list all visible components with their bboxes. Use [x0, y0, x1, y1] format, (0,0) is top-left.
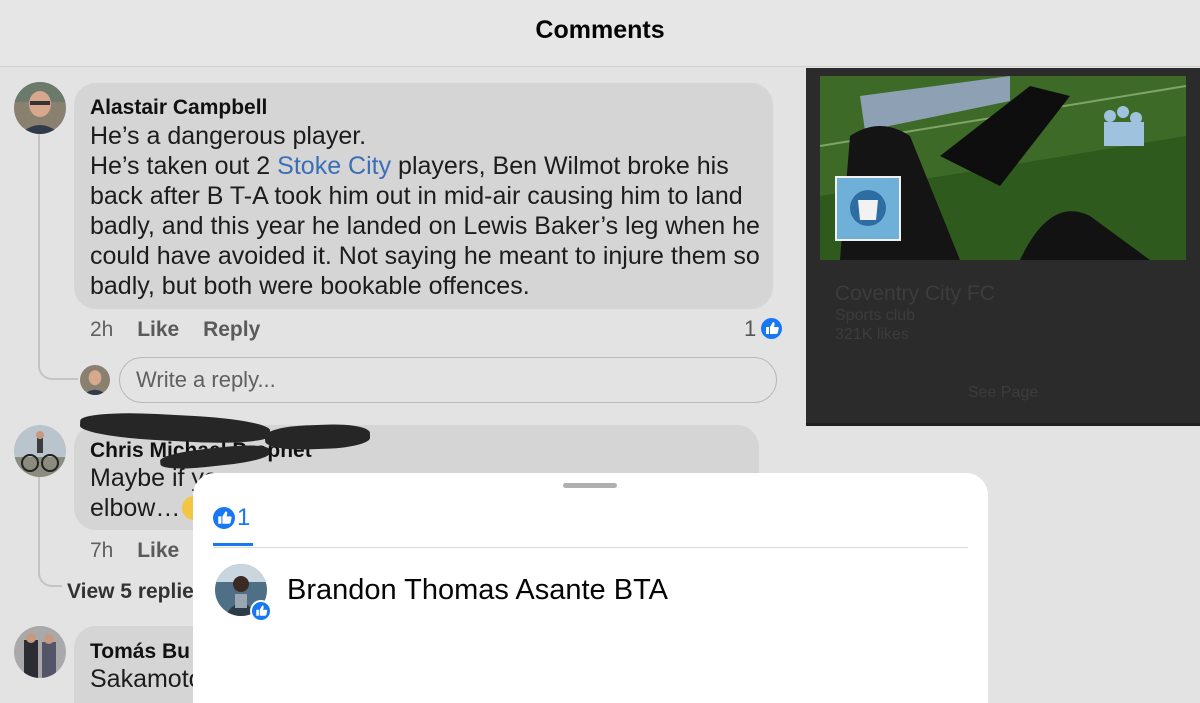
thread-connector-curve — [38, 348, 78, 380]
comment-text: Sakamoto — [90, 665, 203, 693]
thread-connector — [38, 120, 40, 360]
avatar[interactable] — [14, 626, 66, 678]
like-button[interactable]: Like — [137, 318, 179, 341]
comment-timestamp: 2h — [90, 318, 114, 341]
comment-meta: 2h Like Reply — [90, 318, 260, 342]
comment-bubble: Alastair Campbell He’s a dangerous playe… — [74, 83, 773, 309]
tab-all-reactions[interactable]: 1 — [213, 503, 253, 547]
reply-button[interactable]: Reply — [203, 318, 260, 341]
reactions-sheet[interactable]: 1 Brandon Thomas Asante BTA — [193, 473, 988, 703]
comment-text: back after B T-A took him out in mid-air… — [90, 182, 743, 210]
thumbs-up-icon[interactable] — [761, 318, 782, 339]
header-bar: Comments — [0, 0, 1200, 67]
comment-text: badly, and this year he landed on Lewis … — [90, 212, 760, 240]
page-title: Comments — [535, 16, 665, 44]
comment-text: badly, but both were bookable offences. — [90, 272, 530, 300]
comment-text: elbow… — [90, 493, 207, 523]
comment-text-segment: He’s taken out 2 — [90, 152, 278, 180]
comment-text-segment: elbow… — [90, 494, 181, 522]
thread-connector — [38, 477, 40, 577]
comment-text: He’s taken out 2 Stoke City players, Ben… — [90, 151, 729, 181]
mention-link[interactable]: Stoke City — [277, 152, 391, 180]
comment-timestamp: 7h — [90, 539, 114, 562]
page-preview-card[interactable]: Coventry City FC Sports club 321K likes … — [806, 68, 1200, 426]
reactor-row[interactable]: Brandon Thomas Asante BTA — [215, 564, 815, 622]
divider — [213, 547, 968, 548]
comment-author[interactable]: Alastair Campbell — [90, 96, 267, 120]
avatar[interactable] — [14, 82, 66, 134]
page-likes: 321K likes — [835, 326, 909, 343]
reply-input[interactable] — [119, 357, 777, 403]
reactor-name[interactable]: Brandon Thomas Asante BTA — [287, 574, 668, 607]
page-cover-photo[interactable] — [820, 76, 1186, 260]
view-replies-link[interactable]: View 5 replie — [67, 580, 194, 604]
like-button[interactable]: Like — [137, 539, 179, 562]
thumbs-up-icon — [250, 600, 272, 622]
page-name[interactable]: Coventry City FC — [835, 282, 995, 306]
comment-text-segment: players, Ben Wilmot broke his — [391, 152, 729, 180]
sheet-drag-handle[interactable] — [563, 483, 617, 488]
divider — [806, 423, 1200, 426]
comment-text: He’s a dangerous player. — [90, 122, 367, 150]
comment-text: could have avoided it. Not saying he mea… — [90, 242, 760, 270]
comment-meta: 7h Like — [90, 539, 179, 563]
reaction-count[interactable]: 1 — [744, 316, 756, 342]
thread-connector-curve — [38, 563, 62, 587]
comment-author[interactable]: Tomás Bu — [90, 640, 190, 664]
reaction-count: 1 — [237, 504, 251, 531]
thumbs-up-icon — [213, 507, 235, 529]
see-page-button[interactable]: See Page — [806, 384, 1200, 402]
tab-active-indicator — [213, 543, 253, 546]
page-category: Sports club — [835, 307, 916, 324]
my-avatar — [80, 365, 110, 395]
avatar[interactable] — [14, 425, 66, 477]
